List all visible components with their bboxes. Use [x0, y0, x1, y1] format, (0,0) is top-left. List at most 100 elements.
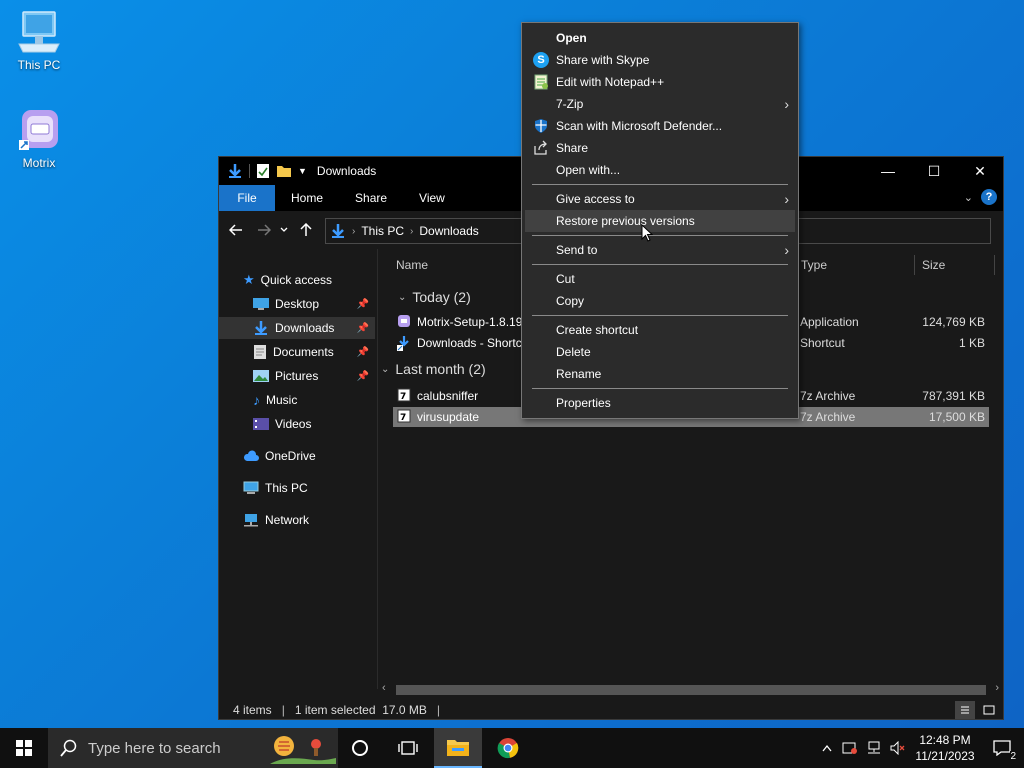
task-view-button[interactable]	[384, 728, 432, 768]
close-button[interactable]: ✕	[957, 157, 1003, 185]
skype-icon: S	[533, 52, 549, 68]
context-menu[interactable]: Open S Share with Skype Edit with Notepa…	[521, 22, 799, 419]
search-highlight-balloon-icon	[270, 736, 336, 764]
back-button[interactable]	[225, 219, 247, 241]
scroll-right-arrow-icon[interactable]: ›	[995, 682, 999, 694]
nav-item-downloads[interactable]: Downloads 📌	[219, 317, 375, 339]
menu-item-give-access-to[interactable]: Give access to ›	[525, 188, 795, 210]
tab-home[interactable]: Home	[275, 185, 339, 211]
tray-app-icon[interactable]	[838, 741, 862, 755]
menu-item-share[interactable]: Share	[525, 137, 795, 159]
expand-ribbon-chevron-icon[interactable]: ⌄	[964, 191, 973, 204]
taskbar-file-explorer[interactable]	[434, 728, 482, 768]
nav-item-videos[interactable]: Videos	[219, 413, 375, 435]
menu-label: Share with Skype	[556, 53, 650, 67]
menu-item-share-with-skype[interactable]: S Share with Skype	[525, 49, 795, 71]
nav-item-documents[interactable]: Documents 📌	[219, 341, 375, 363]
action-center-button[interactable]: 2	[980, 728, 1024, 768]
menu-item-cut[interactable]: Cut	[525, 268, 795, 290]
submenu-arrow-icon: ›	[784, 191, 789, 207]
file-type: Shortcut	[800, 336, 845, 350]
file-name: Downloads - Shortc	[417, 336, 522, 350]
up-button[interactable]	[295, 219, 317, 241]
properties-icon[interactable]	[256, 163, 270, 179]
cortana-button[interactable]	[336, 728, 384, 768]
file-type: 7z Archive	[800, 410, 856, 424]
chrome-icon	[497, 738, 519, 759]
menu-label: Open	[556, 31, 587, 45]
nav-this-pc[interactable]: This PC	[243, 477, 373, 499]
scroll-left-arrow-icon[interactable]: ‹	[382, 682, 386, 694]
menu-label: 7-Zip	[556, 97, 584, 111]
menu-item-properties[interactable]: Properties	[525, 392, 795, 414]
menu-label: Give access to	[556, 192, 635, 206]
network-status-icon[interactable]	[862, 741, 886, 755]
notification-count-badge: 2	[1010, 751, 1016, 762]
file-type: Application	[800, 315, 859, 329]
pin-icon: 📌	[356, 298, 369, 310]
maximize-button[interactable]: ☐	[911, 157, 957, 185]
nav-quick-access[interactable]: ★ Quick access	[243, 269, 373, 291]
nav-item-music[interactable]: ♪ Music	[219, 389, 375, 411]
quick-access-toolbar: ▼	[227, 163, 307, 179]
file-size: 124,769 KB	[922, 315, 985, 329]
menu-item-open[interactable]: Open	[525, 27, 795, 49]
file-size: 1 KB	[958, 336, 985, 350]
large-icons-view-button[interactable]	[979, 701, 999, 719]
menu-item-scan-defender[interactable]: Scan with Microsoft Defender...	[525, 115, 795, 137]
menu-label: Share	[556, 141, 589, 155]
file-size: 17,500 KB	[928, 410, 985, 424]
status-bar: 4 items | 1 item selected 17.0 MB |	[219, 699, 1003, 719]
nav-onedrive[interactable]: OneDrive	[243, 445, 373, 467]
menu-item-delete[interactable]: Delete	[525, 341, 795, 363]
details-view-button[interactable]	[955, 701, 975, 719]
file-size: 787,391 KB	[922, 389, 985, 403]
show-hidden-icons-chevron-icon[interactable]	[816, 744, 838, 752]
help-icon[interactable]: ?	[981, 189, 997, 205]
forward-button[interactable]	[253, 219, 275, 241]
share-icon	[534, 140, 547, 155]
nav-item-desktop[interactable]: Desktop 📌	[219, 293, 375, 315]
menu-item-open-with[interactable]: Open with...	[525, 159, 795, 181]
desktop-icon-label: Motrix	[22, 156, 56, 170]
breadcrumb-downloads[interactable]: Downloads	[419, 224, 478, 238]
menu-item-copy[interactable]: Copy	[525, 290, 795, 312]
volume-muted-icon[interactable]	[886, 741, 910, 755]
menu-separator	[532, 388, 788, 389]
menu-item-restore-previous-versions[interactable]: Restore previous versions	[525, 210, 795, 232]
group-header-last-month[interactable]: ⌄ Last month (2)	[381, 361, 486, 377]
menu-item-rename[interactable]: Rename	[525, 363, 795, 385]
tab-view[interactable]: View	[403, 185, 461, 211]
nav-label: Pictures	[275, 369, 319, 383]
breadcrumb-this-pc[interactable]: This PC	[361, 224, 404, 238]
start-button[interactable]	[0, 728, 48, 768]
menu-item-create-shortcut[interactable]: Create shortcut	[525, 319, 795, 341]
menu-item-7zip[interactable]: 7-Zip ›	[525, 93, 795, 115]
taskbar-clock[interactable]: 12:48 PM 11/21/2023	[910, 732, 980, 764]
new-folder-icon[interactable]	[276, 163, 292, 179]
horizontal-scrollbar[interactable]: ‹ ›	[378, 681, 1003, 697]
scrollbar-thumb[interactable]	[396, 685, 986, 695]
recent-locations-button[interactable]	[277, 219, 291, 241]
download-arrow-icon[interactable]	[227, 163, 243, 179]
minimize-button[interactable]: —	[865, 157, 911, 185]
menu-item-send-to[interactable]: Send to ›	[525, 239, 795, 261]
tab-share[interactable]: Share	[339, 185, 403, 211]
menu-item-edit-with-notepad[interactable]: Edit with Notepad++	[525, 71, 795, 93]
svg-text:7: 7	[400, 413, 406, 423]
nav-network[interactable]: Network	[243, 509, 373, 531]
status-separator: |	[436, 703, 441, 717]
desktop-icon-motrix[interactable]: Motrix	[4, 108, 74, 170]
nav-label: Music	[266, 393, 298, 407]
status-selection: 1 item selected 17.0 MB	[294, 703, 427, 717]
large-icons-view-icon	[983, 705, 995, 715]
desktop-icon-this-pc[interactable]: This PC	[4, 8, 74, 72]
menu-label: Delete	[556, 345, 591, 359]
taskbar-search-box[interactable]: Type here to search	[48, 728, 338, 768]
network-icon	[244, 514, 258, 527]
nav-item-pictures[interactable]: Pictures 📌	[219, 365, 375, 387]
chevron-down-icon[interactable]: ▼	[298, 166, 307, 176]
taskbar-chrome[interactable]	[484, 728, 532, 768]
tab-file[interactable]: File	[219, 185, 275, 211]
windows-logo-icon	[16, 740, 32, 756]
